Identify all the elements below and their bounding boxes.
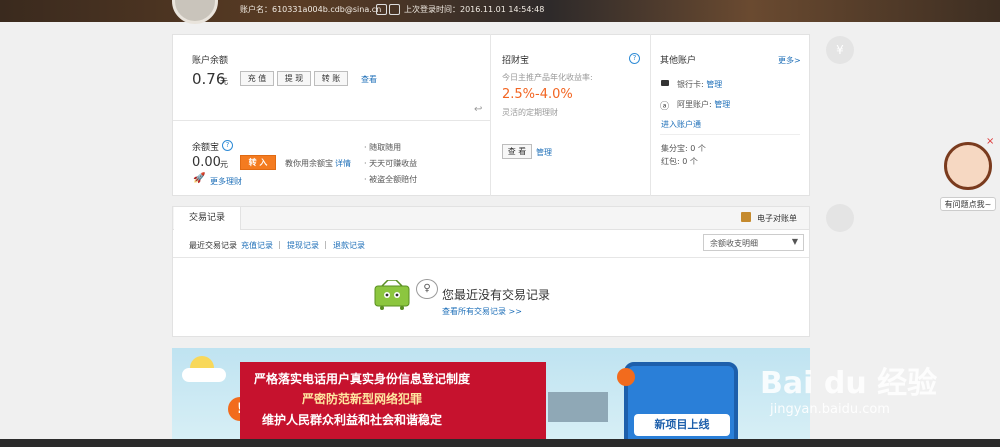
alimama-label: 阿里账户: 管理	[677, 100, 731, 109]
jifenbao-count: 集分宝: 0 个	[661, 144, 706, 153]
help-mascot-icon[interactable]	[944, 142, 992, 190]
withdraw-button[interactable]: 提 现	[277, 71, 311, 86]
notice-board: 严格落实电话用户真实身份信息登记制度 严密防范新型网络犯罪 维护人民群众利益和社…	[240, 362, 546, 447]
banner-line-3: 维护人民群众利益和社会和谐稳定	[262, 413, 443, 427]
alimama-manage-link[interactable]: 管理	[714, 100, 730, 109]
chevron-down-icon: ▼	[791, 237, 798, 246]
yuebao-title: 余额宝	[192, 143, 220, 153]
account-overview-panel	[172, 34, 810, 196]
id-verify-icon[interactable]	[389, 4, 400, 15]
last-login: 上次登录时间：2016.11.01 14:54:48	[404, 5, 545, 14]
divider	[490, 34, 491, 196]
record-type-select[interactable]: 余额收支明细 ▼	[703, 234, 804, 251]
hongbao-count: 红包: 0 个	[661, 157, 698, 166]
bank-manage-link[interactable]: 管理	[706, 80, 722, 89]
speech-bubble-icon: ♀	[416, 279, 438, 299]
divider	[650, 34, 651, 196]
subtab-refund[interactable]: 退款记录	[333, 240, 365, 251]
watermark-logo: Bai du 经验	[760, 366, 938, 401]
subtab-separator: |	[278, 240, 281, 249]
bank-card-label: 银行卡: 管理	[677, 80, 723, 89]
view-all-records-link[interactable]: 查看所有交易记录 >>	[442, 306, 522, 317]
more-finance-link[interactable]: 更多理财	[210, 176, 242, 187]
tutorial-text: 教你用余额宝	[285, 159, 333, 168]
subtab-recent[interactable]: 最近交易记录	[189, 240, 237, 251]
other-accounts-title: 其他账户	[660, 56, 697, 66]
phone-graphic: 新项目上线	[624, 362, 738, 447]
skyline-graphic	[548, 392, 608, 422]
feature-item: · 随取随用	[364, 143, 402, 152]
zhaocaibao-subtitle: 今日主推产品年化收益率:	[502, 73, 593, 82]
zhaocaibao-view-button[interactable]: 查 看	[502, 144, 532, 159]
help-button[interactable]: 有问题点我~	[940, 197, 996, 211]
return-icon: ↩	[474, 104, 483, 115]
heart-icon	[617, 368, 635, 386]
balance-view-link[interactable]: 查看	[361, 74, 377, 85]
banner-line-2: 严密防范新型网络犯罪	[302, 392, 423, 406]
phone-verify-icon[interactable]	[376, 4, 387, 15]
promo-banner[interactable]: ! 严格落实电话用户真实身份信息登记制度 严密防范新型网络犯罪 维护人民群众利益…	[172, 348, 810, 447]
divider	[173, 257, 809, 258]
help-icon[interactable]: ?	[629, 53, 640, 64]
subtab-recharge[interactable]: 充值记录	[241, 240, 273, 251]
enter-account-link[interactable]: 进入账户通	[661, 119, 701, 130]
empty-message: 您最近没有交易记录	[442, 288, 551, 302]
balance-title: 账户余额	[192, 56, 229, 66]
zhaocaibao-rate: 2.5%-4.0%	[502, 87, 573, 102]
close-icon[interactable]: ×	[986, 136, 994, 147]
feature-item: · 天天可赚收益	[364, 159, 418, 168]
select-value: 余额收支明细	[710, 239, 758, 248]
taskbar	[0, 439, 1000, 447]
divider	[660, 134, 800, 135]
detail-link[interactable]: 详情	[335, 158, 351, 169]
zhaocaibao-desc: 灵活的定期理财	[502, 108, 558, 117]
zhaocaibao-title: 招财宝	[502, 56, 530, 66]
zhaocaibao-manage-link[interactable]: 管理	[536, 147, 552, 158]
banner-line-1: 严格落实电话用户真实身份信息登记制度	[254, 372, 471, 386]
rocket-icon: 🚀	[193, 173, 206, 184]
more-link[interactable]: 更多>	[778, 55, 801, 66]
cloud-icon	[182, 368, 226, 382]
transfer-button[interactable]: 转 账	[314, 71, 348, 86]
recharge-button[interactable]: 充 值	[240, 71, 274, 86]
subtab-separator: |	[324, 240, 327, 249]
ebill-link[interactable]: 电子对账单	[757, 213, 797, 224]
alimama-icon: ⓐ	[660, 102, 670, 112]
side-chart-icon[interactable]	[826, 204, 854, 232]
tab-bar	[173, 207, 809, 230]
balance-unit: 元	[220, 77, 228, 86]
divider	[173, 120, 490, 121]
yuebao-amount: 0.00	[192, 155, 221, 170]
transfer-in-button[interactable]: 转 入	[240, 155, 276, 170]
empty-basket-icon	[372, 279, 412, 310]
new-project-label: 新项目上线	[634, 414, 730, 436]
feature-item: · 被盗全额赔付	[364, 175, 418, 184]
ebill-icon	[741, 212, 751, 222]
help-icon[interactable]: ?	[222, 140, 233, 151]
tab-transaction-records[interactable]: 交易记录	[174, 207, 241, 230]
subtab-withdraw[interactable]: 提现记录	[287, 240, 319, 251]
account-name: 账户名：610331a004b.cdb@sina.cn	[240, 5, 382, 14]
side-yuan-icon[interactable]: ¥	[826, 36, 854, 64]
bank-card-icon	[661, 80, 669, 86]
yuebao-unit: 元	[220, 160, 228, 169]
watermark-url: jingyan.baidu.com	[770, 402, 890, 417]
